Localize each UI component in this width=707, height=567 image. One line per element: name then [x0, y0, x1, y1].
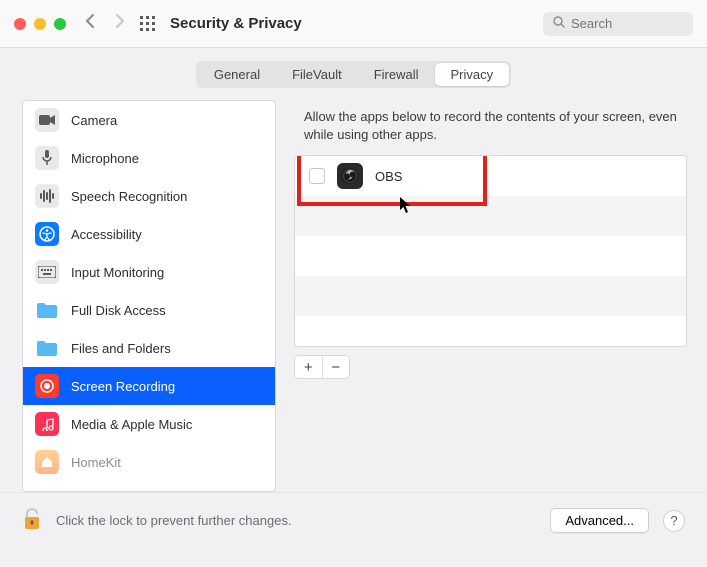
nav-arrows [84, 13, 126, 34]
sidebar-item-label: Speech Recognition [71, 189, 187, 204]
sidebar-item-label: Camera [71, 113, 117, 128]
camera-icon [35, 108, 59, 132]
search-icon [553, 16, 565, 31]
add-app-button[interactable]: + [295, 356, 323, 378]
folder-icon [35, 298, 59, 322]
search-input[interactable] [571, 16, 683, 31]
privacy-category-list: Camera Microphone Speech Recognition Acc… [22, 100, 276, 492]
remove-app-button[interactable]: − [323, 356, 350, 378]
keyboard-icon [35, 260, 59, 284]
sidebar-item-label: Files and Folders [71, 341, 171, 356]
window-controls [14, 18, 66, 30]
sidebar-item-label: Full Disk Access [71, 303, 166, 318]
minimize-window-button[interactable] [34, 18, 46, 30]
sidebar-item-label: Screen Recording [71, 379, 175, 394]
window-title: Security & Privacy [170, 15, 302, 32]
advanced-button[interactable]: Advanced... [550, 508, 649, 533]
app-row-empty [295, 276, 686, 316]
lock-icon[interactable] [22, 507, 42, 534]
sidebar-item-label: HomeKit [71, 455, 121, 470]
app-row-empty [295, 316, 686, 347]
tab-strip: General FileVault Firewall Privacy [0, 48, 707, 100]
sidebar-item-speech-recognition[interactable]: Speech Recognition [23, 177, 275, 215]
app-row-empty [295, 196, 686, 236]
search-field[interactable] [543, 12, 693, 36]
tab-general[interactable]: General [198, 63, 276, 86]
sidebar-item-screen-recording[interactable]: Screen Recording [23, 367, 275, 405]
window-toolbar: Security & Privacy [0, 0, 707, 48]
forward-button[interactable] [115, 13, 126, 34]
tab-privacy[interactable]: Privacy [435, 63, 510, 86]
app-checkbox[interactable] [309, 168, 325, 184]
music-icon [35, 412, 59, 436]
add-remove-buttons: + − [294, 355, 350, 379]
app-row[interactable]: OBS [295, 156, 686, 196]
sidebar-item-input-monitoring[interactable]: Input Monitoring [23, 253, 275, 291]
sidebar-item-label: Media & Apple Music [71, 417, 192, 432]
sidebar-item-label: Accessibility [71, 227, 142, 242]
back-button[interactable] [84, 13, 95, 34]
sidebar-item-full-disk-access[interactable]: Full Disk Access [23, 291, 275, 329]
sidebar-item-homekit[interactable]: HomeKit [23, 443, 275, 481]
sidebar-item-files-and-folders[interactable]: Files and Folders [23, 329, 275, 367]
sidebar-item-camera[interactable]: Camera [23, 101, 275, 139]
lock-hint-text: Click the lock to prevent further change… [56, 513, 292, 528]
close-window-button[interactable] [14, 18, 26, 30]
sidebar-item-microphone[interactable]: Microphone [23, 139, 275, 177]
detail-description: Allow the apps below to record the conte… [294, 100, 687, 155]
footer: Click the lock to prevent further change… [0, 492, 707, 548]
main-area: Camera Microphone Speech Recognition Acc… [0, 100, 707, 492]
tab-group: General FileVault Firewall Privacy [196, 61, 511, 88]
tab-filevault[interactable]: FileVault [276, 63, 358, 86]
sidebar-item-media-apple-music[interactable]: Media & Apple Music [23, 405, 275, 443]
sidebar-item-label: Input Monitoring [71, 265, 164, 280]
zoom-window-button[interactable] [54, 18, 66, 30]
home-icon [35, 450, 59, 474]
microphone-icon [35, 146, 59, 170]
help-button[interactable]: ? [663, 510, 685, 532]
app-list: OBS [294, 155, 687, 347]
obs-app-icon [337, 163, 363, 189]
accessibility-icon [35, 222, 59, 246]
folder-icon [35, 336, 59, 360]
app-name: OBS [375, 169, 402, 184]
tab-firewall[interactable]: Firewall [358, 63, 435, 86]
detail-pane: Allow the apps below to record the conte… [294, 100, 687, 492]
record-icon [35, 374, 59, 398]
sidebar-item-label: Microphone [71, 151, 139, 166]
waveform-icon [35, 184, 59, 208]
sidebar-item-accessibility[interactable]: Accessibility [23, 215, 275, 253]
app-row-empty [295, 236, 686, 276]
apps-grid-icon[interactable] [140, 16, 156, 32]
